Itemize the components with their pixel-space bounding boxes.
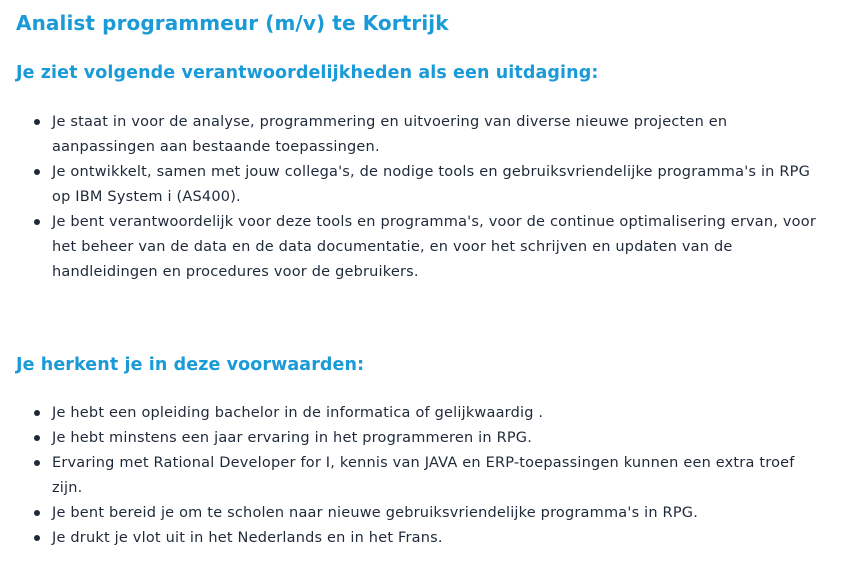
responsibilities-list: Je staat in voor de analyse, programmeri… <box>16 110 836 285</box>
list-item: Je bent bereid je om te scholen naar nie… <box>34 501 836 526</box>
list-item: Je ontwikkelt, samen met jouw collega's,… <box>34 160 836 210</box>
responsibilities-heading: Je ziet volgende verantwoordelijkheden a… <box>16 63 599 83</box>
list-item: Ervaring met Rational Developer for I, k… <box>34 451 836 501</box>
requirements-list: Je hebt een opleiding bachelor in de inf… <box>16 401 836 551</box>
job-title: Analist programmeur (m/v) te Kortrijk <box>16 11 449 35</box>
list-item: Je staat in voor de analyse, programmeri… <box>34 110 836 160</box>
requirements-heading: Je herkent je in deze voorwaarden: <box>16 355 365 375</box>
list-item: Je bent verantwoordelijk voor deze tools… <box>34 210 836 285</box>
list-item: Je hebt minstens een jaar ervaring in he… <box>34 426 836 451</box>
list-item: Je drukt je vlot uit in het Nederlands e… <box>34 526 836 551</box>
list-item: Je hebt een opleiding bachelor in de inf… <box>34 401 836 426</box>
job-posting: Analist programmeur (m/v) te Kortrijk Je… <box>0 0 852 570</box>
